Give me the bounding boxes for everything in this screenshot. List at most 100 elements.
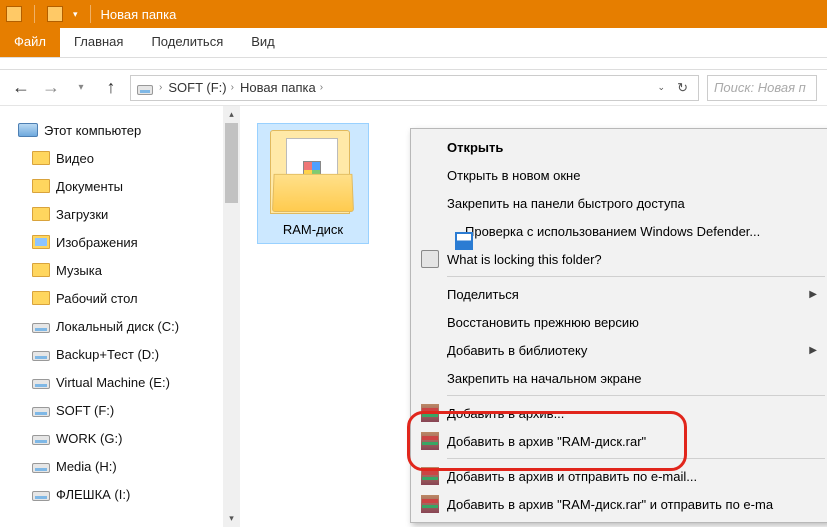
menu-separator [447,395,825,396]
search-input[interactable]: Поиск: Новая п [707,75,817,101]
tree-label: Этот компьютер [44,123,141,138]
qat-dropdown-icon[interactable]: ▾ [73,9,78,20]
folder-icon [32,179,50,193]
back-button[interactable]: ← [10,77,32,98]
tree-item[interactable]: Загрузки [0,200,240,228]
separator [90,5,91,23]
menu-add-archive-named-email[interactable]: Добавить в архив "RAM-диск.rar" и отправ… [413,490,827,518]
pc-root-icon [137,85,153,95]
ribbon-tabs: Файл Главная Поделиться Вид [0,28,827,58]
menu-open[interactable]: Открыть [413,133,827,161]
menu-windows-defender[interactable]: Проверка с использованием Windows Defend… [413,217,827,245]
menu-separator [447,458,825,459]
search-placeholder: Поиск: Новая п [714,80,806,95]
folder-icon [32,151,50,165]
rar-icon [421,467,439,485]
tree-label: Локальный диск (C:) [56,319,179,334]
menu-add-to-archive-named[interactable]: Добавить в архив "RAM-диск.rar" [413,427,827,455]
folder-item-selected[interactable]: RAM-диск [258,124,368,243]
address-dropdown-icon[interactable]: ⌄ [654,82,670,93]
navigation-tree[interactable]: Этот компьютер Видео Документы Загрузки Изо… [0,106,240,527]
tree-label: Virtual Machine (E:) [56,375,170,390]
scroll-down-icon[interactable]: ▾ [223,510,240,527]
lock-icon [421,250,439,268]
tree-item[interactable]: Рабочий стол [0,284,240,312]
tree-item[interactable]: Локальный диск (C:) [0,312,240,340]
qat-folder-icon[interactable] [47,6,63,22]
folder-label: RAM-диск [258,218,368,243]
tree-item[interactable]: Media (H:) [0,452,240,480]
rar-icon [421,432,439,450]
menu-add-library[interactable]: Добавить в библиотеку▶ [413,336,827,364]
tree-label: Backup+Тест (D:) [56,347,159,362]
navigation-bar: ← → ▾ ↑ › SOFT (F:)› Новая папка› ⌄ ↻ По… [0,70,827,106]
folder-icon [32,263,50,277]
tree-label: Изображения [56,235,138,250]
rar-icon [421,495,439,513]
menu-add-to-archive[interactable]: Добавить в архив... [413,399,827,427]
forward-button[interactable]: → [40,77,62,98]
folder-icon [6,6,22,22]
quick-access-toolbar: ▾ [6,5,97,23]
scroll-up-icon[interactable]: ▴ [223,106,240,123]
chevron-right-icon[interactable]: › [157,82,164,93]
tree-item[interactable]: Документы [0,172,240,200]
folder-icon [32,235,50,249]
drive-icon [32,435,50,445]
ribbon-tab-home[interactable]: Главная [60,28,137,57]
rar-icon [421,404,439,422]
tree-item[interactable]: ФЛЕШКА (I:) [0,480,240,508]
menu-restore-previous[interactable]: Восстановить прежнюю версию [413,308,827,336]
this-pc-icon [18,123,38,137]
drive-icon [32,379,50,389]
drive-icon [32,351,50,361]
chevron-right-icon: ▶ [809,289,817,300]
tree-label: WORK (G:) [56,431,122,446]
window-title: Новая папка [101,7,177,22]
address-bar[interactable]: › SOFT (F:)› Новая папка› ⌄ ↻ [130,75,699,101]
window-titlebar: ▾ Новая папка [0,0,827,28]
tree-label: Рабочий стол [56,291,138,306]
tree-label: Загрузки [56,207,108,222]
tree-item[interactable]: Музыка [0,256,240,284]
folder-icon [32,291,50,305]
tree-scrollbar[interactable]: ▴ ▾ [223,106,240,527]
tree-label: Media (H:) [56,459,117,474]
breadcrumb-segment: SOFT (F:)› [168,80,236,95]
drive-icon [32,463,50,473]
tree-label: Видео [56,151,94,166]
scroll-thumb[interactable] [225,123,238,203]
chevron-right-icon[interactable]: › [318,82,325,93]
menu-pin-start[interactable]: Закрепить на начальном экране [413,364,827,392]
menu-open-new-window[interactable]: Открыть в новом окне [413,161,827,189]
ribbon-tab-view[interactable]: Вид [237,28,289,57]
context-menu: Открыть Открыть в новом окне Закрепить н… [410,128,827,523]
refresh-icon[interactable]: ↻ [673,80,692,96]
ribbon-body [0,58,827,70]
chevron-right-icon[interactable]: › [229,82,236,93]
tree-label: ФЛЕШКА (I:) [56,487,130,502]
breadcrumb-segment: Новая папка› [240,80,325,95]
menu-pin-quick-access[interactable]: Закрепить на панели быстрого доступа [413,189,827,217]
tree-item[interactable]: Видео [0,144,240,172]
tree-label: Музыка [56,263,102,278]
tree-root-this-pc[interactable]: Этот компьютер [0,116,240,144]
drive-icon [32,407,50,417]
history-dropdown[interactable]: ▾ [70,82,92,93]
tree-item[interactable]: Virtual Machine (E:) [0,368,240,396]
tree-item[interactable]: WORK (G:) [0,424,240,452]
tree-item[interactable]: SOFT (F:) [0,396,240,424]
ribbon-tab-share[interactable]: Поделиться [137,28,237,57]
drive-icon [32,491,50,501]
menu-add-archive-email[interactable]: Добавить в архив и отправить по e-mail..… [413,462,827,490]
tree-item[interactable]: Backup+Тест (D:) [0,340,240,368]
menu-share[interactable]: Поделиться▶ [413,280,827,308]
drive-icon [32,323,50,333]
ribbon-tab-file[interactable]: Файл [0,28,60,57]
up-button[interactable]: ↑ [100,77,122,98]
menu-separator [447,276,825,277]
menu-what-is-locking[interactable]: What is locking this folder? [413,245,827,273]
separator [34,5,35,23]
tree-item[interactable]: Изображения [0,228,240,256]
folder-icon [32,207,50,221]
